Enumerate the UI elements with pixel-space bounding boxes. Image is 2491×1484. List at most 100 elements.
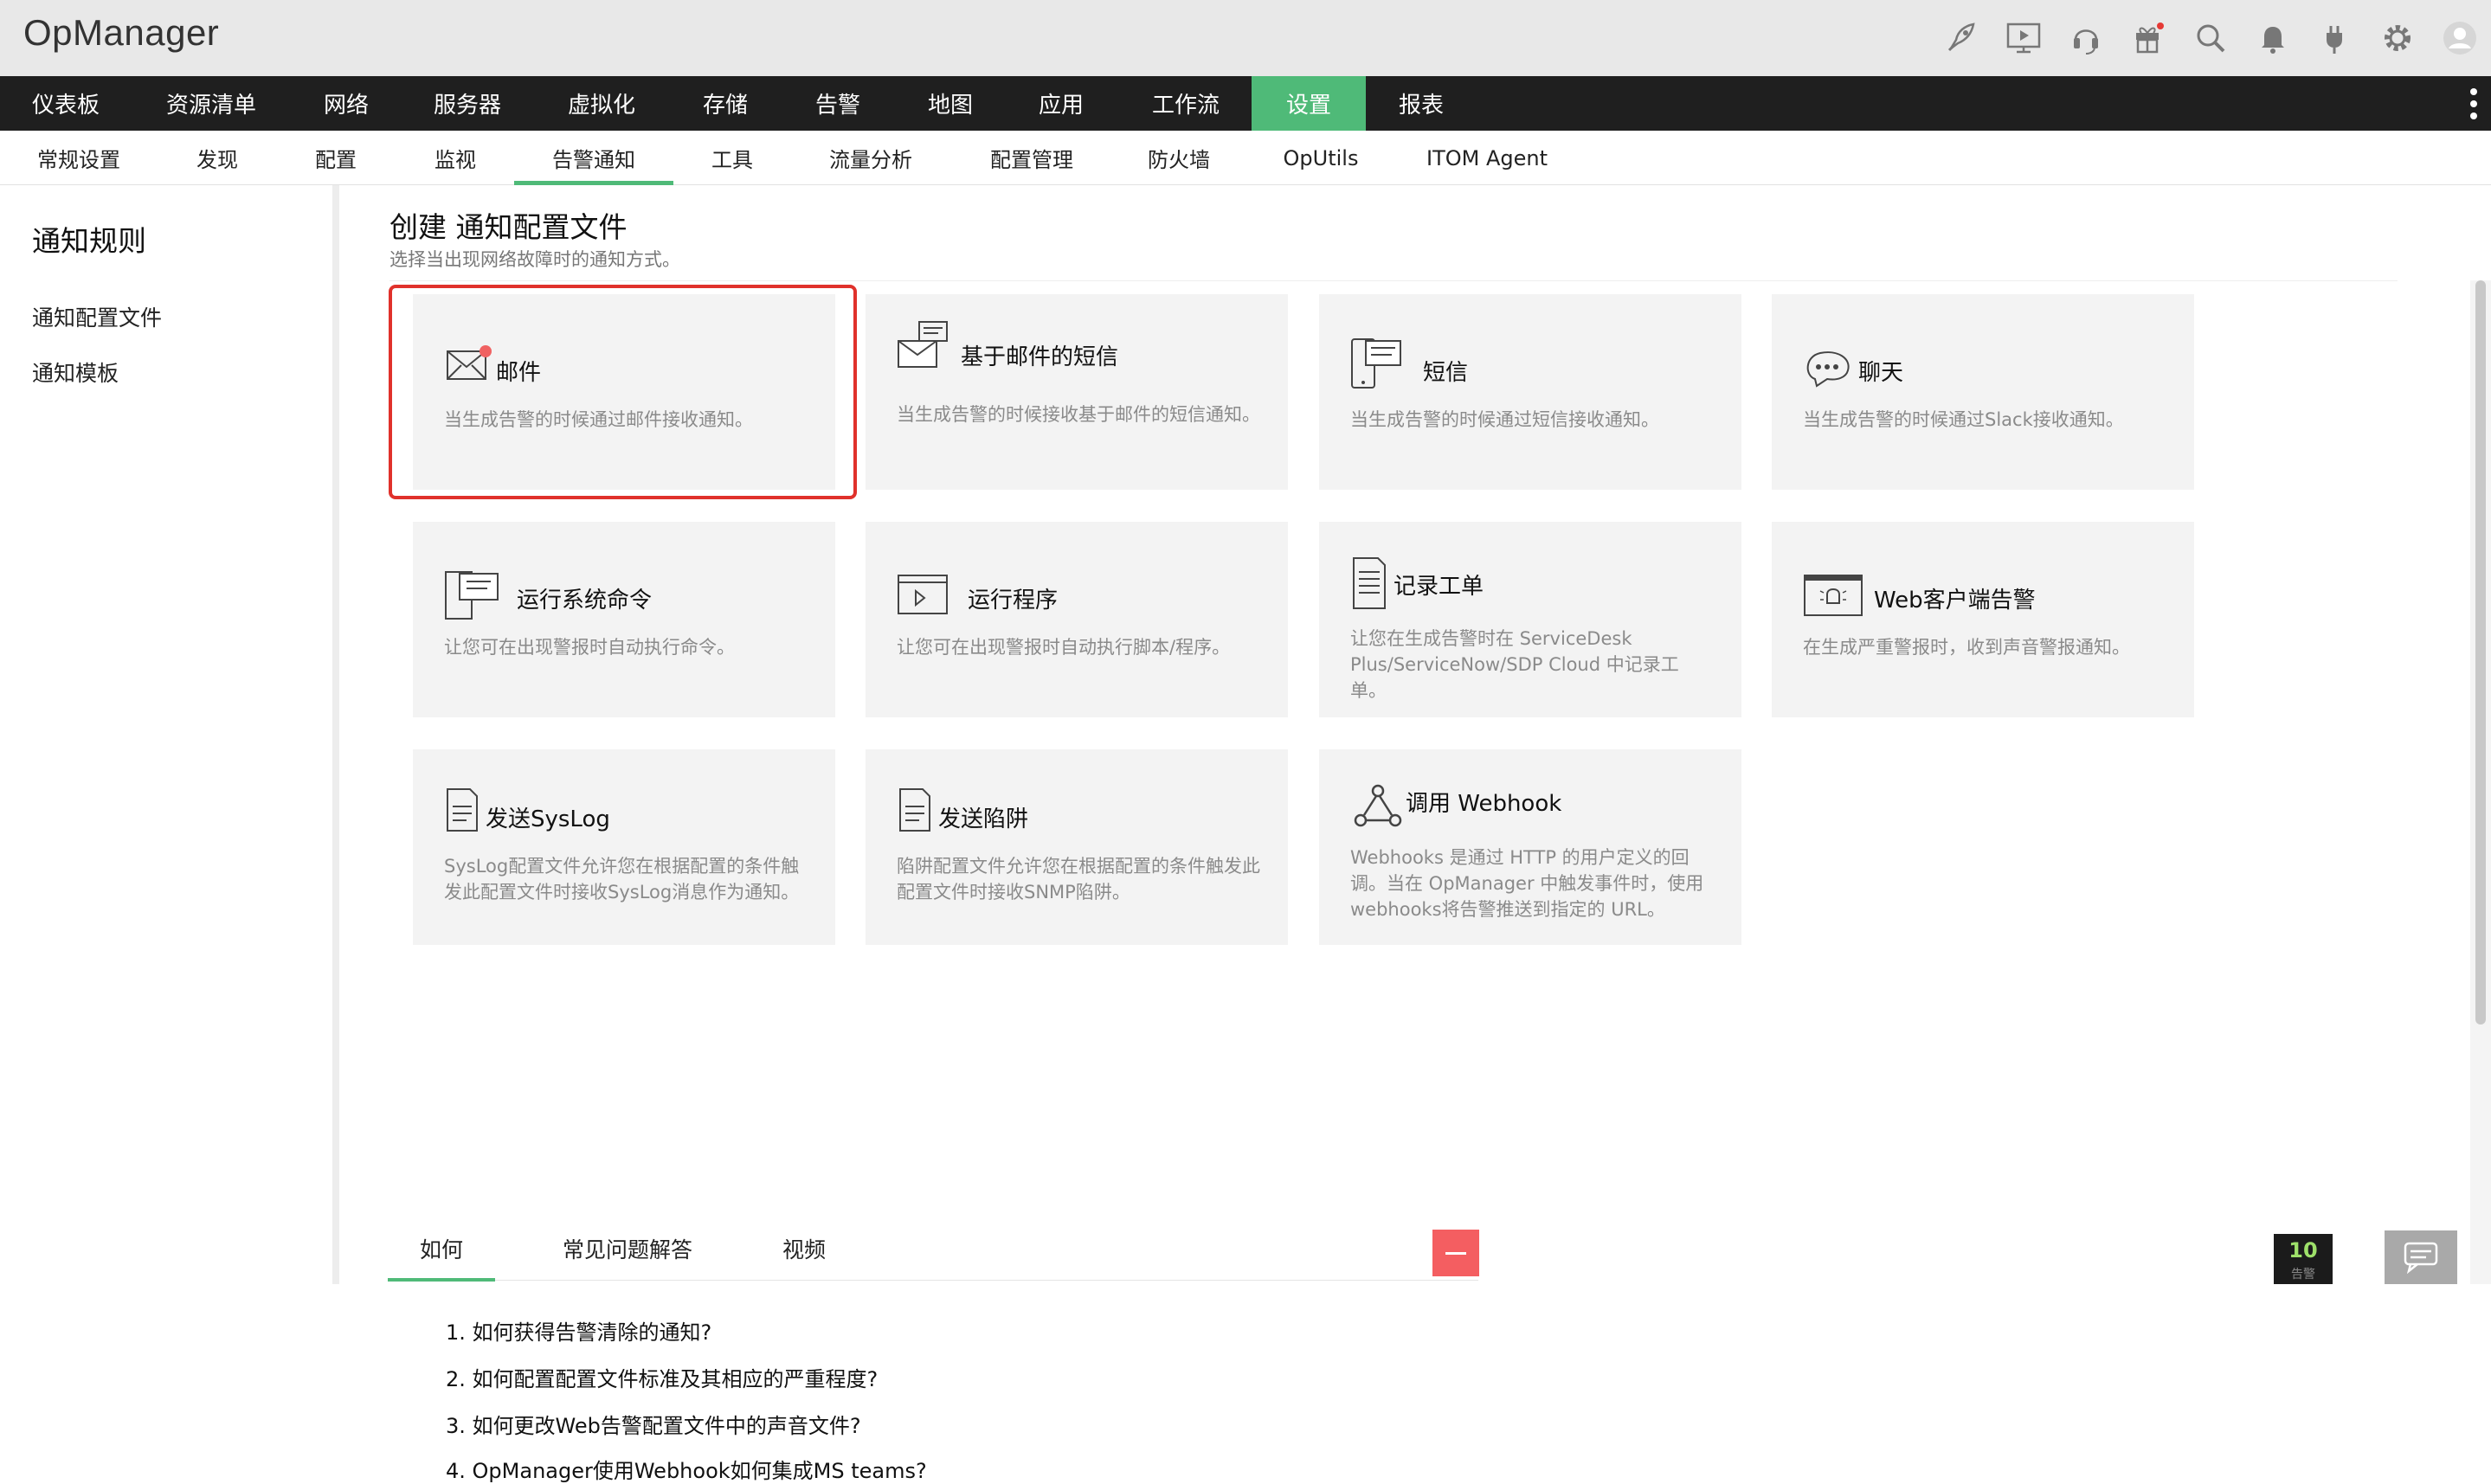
- card-title: 运行系统命令: [517, 582, 652, 614]
- card-description: 让您在生成告警时在 ServiceDesk Plus/ServiceNow/SD…: [1350, 626, 1714, 703]
- sms-based-email-icon: [897, 318, 952, 374]
- main-content: 创建 通知配置文件 选择当出现网络故障时的通知方式。 邮件 当生成告警的时候通过…: [346, 185, 2491, 1284]
- video-tutorial-icon[interactable]: [1992, 0, 2055, 76]
- nav-servers[interactable]: 服务器: [421, 76, 514, 131]
- link-notification-templates[interactable]: 通知模板: [32, 357, 119, 388]
- card-description: 当生成告警的时候通过Slack接收通知。: [1803, 407, 2166, 433]
- chat-bubble-icon: [2402, 1240, 2440, 1275]
- bell-icon[interactable]: [2242, 0, 2304, 76]
- card-run-system-command[interactable]: 运行系统命令 让您可在出现警报时自动执行命令。: [413, 522, 835, 717]
- left-panel-title: 通知规则: [32, 218, 146, 260]
- card-send-syslog[interactable]: 发送SysLog SysLog配置文件允许您在根据配置的条件触发此配置文件时接收…: [413, 749, 835, 945]
- chat-icon: [1803, 341, 1858, 396]
- left-panel: 通知规则 通知配置文件 通知模板: [0, 185, 339, 1284]
- subnav-general-settings[interactable]: 常规设置: [26, 131, 132, 185]
- nav-storage[interactable]: 存储: [687, 76, 763, 131]
- web-alarm-icon: [1803, 570, 1865, 626]
- faq-link[interactable]: 1. 如何获得告警清除的通知?: [446, 1315, 711, 1346]
- plugin-icon[interactable]: [2304, 0, 2366, 76]
- card-title: 运行程序: [968, 582, 1058, 614]
- user-avatar-icon[interactable]: [2429, 0, 2491, 76]
- subnav-tools[interactable]: 工具: [699, 131, 765, 185]
- nav-settings[interactable]: 设置: [1252, 76, 1366, 131]
- rocket-icon[interactable]: [1930, 0, 1992, 76]
- nav-workflow[interactable]: 工作流: [1139, 76, 1233, 131]
- card-title: 发送陷阱: [938, 801, 1028, 833]
- support-headset-icon[interactable]: [2055, 0, 2117, 76]
- subnav-itom-agent[interactable]: ITOM Agent: [1419, 131, 1554, 185]
- card-title: 调用 Webhook: [1406, 786, 1561, 818]
- card-description: SysLog配置文件允许您在根据配置的条件触发此配置文件时接收SysLog消息作…: [444, 853, 808, 905]
- subnav-firewall[interactable]: 防火墙: [1139, 131, 1219, 185]
- divider: [389, 280, 2398, 281]
- subnav-config-management[interactable]: 配置管理: [978, 131, 1085, 185]
- nav-maps[interactable]: 地图: [916, 76, 985, 131]
- nav-apps[interactable]: 应用: [1027, 76, 1096, 131]
- card-title: 记录工单: [1394, 569, 1484, 601]
- card-title: 聊天: [1858, 355, 1903, 387]
- card-web-client-alarm[interactable]: Web客户端告警 在生成严重警报时，收到声音警报通知。: [1772, 522, 2194, 717]
- card-description: 让您可在出现警报时自动执行命令。: [444, 634, 808, 660]
- card-description: 当生成告警的时候接收基于邮件的短信通知。: [897, 402, 1260, 427]
- nav-reports[interactable]: 报表: [1387, 76, 1456, 131]
- card-call-webhook[interactable]: 调用 Webhook Webhooks 是通过 HTTP 的用户定义的回调。当在…: [1319, 749, 1741, 945]
- alarm-count: 10: [2274, 1234, 2333, 1265]
- search-icon[interactable]: [2179, 0, 2242, 76]
- nav-virtualization[interactable]: 虚拟化: [554, 76, 649, 131]
- email-icon: [444, 334, 499, 389]
- app-logo[interactable]: OpManager: [23, 12, 219, 54]
- alarm-count-badge[interactable]: 10 告警: [2274, 1234, 2333, 1284]
- card-email-based-sms[interactable]: 基于邮件的短信 当生成告警的时候接收基于邮件的短信通知。: [866, 294, 1288, 490]
- nav-dashboard[interactable]: 仪表板: [0, 76, 132, 131]
- chat-support-button[interactable]: [2385, 1230, 2457, 1284]
- subnav-flow-analysis[interactable]: 流量分析: [817, 131, 924, 185]
- card-title: 邮件: [496, 355, 541, 387]
- collapse-help-button[interactable]: [1432, 1230, 1479, 1276]
- run-program-icon: [897, 569, 952, 624]
- faq-link[interactable]: 3. 如何更改Web告警配置文件中的声音文件?: [446, 1409, 861, 1439]
- more-menu-icon[interactable]: [2468, 88, 2479, 119]
- link-notification-profiles[interactable]: 通知配置文件: [32, 301, 162, 332]
- faq-link[interactable]: 2. 如何配置配置文件标准及其相应的严重程度?: [446, 1362, 878, 1392]
- card-description: 当生成告警的时候通过邮件接收通知。: [444, 407, 808, 433]
- card-sms[interactable]: 短信 当生成告警的时候通过短信接收通知。: [1319, 294, 1741, 490]
- card-run-program[interactable]: 运行程序 让您可在出现警报时自动执行脚本/程序。: [866, 522, 1288, 717]
- help-tabs: 如何 常见问题解答 视频: [388, 1217, 1478, 1281]
- card-title: 短信: [1423, 355, 1468, 387]
- card-log-ticket[interactable]: 记录工单 让您在生成告警时在 ServiceDesk Plus/ServiceN…: [1319, 522, 1741, 717]
- subnav-notifications[interactable]: 告警通知: [514, 131, 673, 185]
- card-description: 陷阱配置文件允许您在根据配置的条件触发此配置文件时接收SNMP陷阱。: [897, 853, 1260, 905]
- card-description: Webhooks 是通过 HTTP 的用户定义的回调。当在 OpManager …: [1350, 845, 1714, 929]
- gear-icon[interactable]: [2366, 0, 2429, 76]
- gift-icon[interactable]: [2117, 0, 2179, 76]
- page-subtitle: 选择当出现网络故障时的通知方式。: [389, 246, 680, 272]
- card-title: 基于邮件的短信: [961, 339, 1118, 371]
- top-header: OpManager: [0, 0, 2491, 76]
- sub-nav: 常规设置 发现 配置 监视 告警通知 工具 流量分析 配置管理 防火墙 OpUt…: [0, 131, 2491, 185]
- subnav-discovery[interactable]: 发现: [185, 131, 249, 185]
- nav-inventory[interactable]: 资源清单: [140, 76, 282, 131]
- sms-icon: [1348, 336, 1404, 391]
- card-title: 发送SysLog: [486, 801, 610, 833]
- vertical-scrollbar[interactable]: [2470, 280, 2491, 1284]
- card-description: 当生成告警的时候通过短信接收通知。: [1350, 407, 1714, 433]
- faq-link[interactable]: 4. OpManager使用Webhook如何集成MS teams?: [446, 1454, 927, 1484]
- tab-faq[interactable]: 常见问题解答: [554, 1217, 701, 1281]
- tab-videos[interactable]: 视频: [774, 1217, 834, 1281]
- card-chat[interactable]: 聊天 当生成告警的时候通过Slack接收通知。: [1772, 294, 2194, 490]
- card-email[interactable]: 邮件 当生成告警的时候通过邮件接收通知。: [413, 294, 835, 490]
- subnav-monitoring[interactable]: 监视: [422, 131, 488, 185]
- main-nav: 仪表板 资源清单 网络 服务器 虚拟化 存储 告警 地图 应用 工作流 设置 报…: [0, 76, 2491, 131]
- alarm-label: 告警: [2274, 1265, 2333, 1282]
- subnav-oputils[interactable]: OpUtils: [1272, 131, 1369, 185]
- nav-network[interactable]: 网络: [312, 76, 381, 131]
- card-title: Web客户端告警: [1874, 582, 2036, 614]
- top-icon-bar: [1930, 0, 2491, 76]
- run-command-icon: [444, 569, 499, 624]
- scrollbar-thumb[interactable]: [2475, 280, 2486, 1025]
- nav-alarms[interactable]: 告警: [803, 76, 872, 131]
- card-description: 让您可在出现警报时自动执行脚本/程序。: [897, 634, 1260, 660]
- tab-how-to[interactable]: 如何: [388, 1217, 495, 1281]
- card-send-trap[interactable]: 发送陷阱 陷阱配置文件允许您在根据配置的条件触发此配置文件时接收SNMP陷阱。: [866, 749, 1288, 945]
- subnav-configuration[interactable]: 配置: [303, 131, 369, 185]
